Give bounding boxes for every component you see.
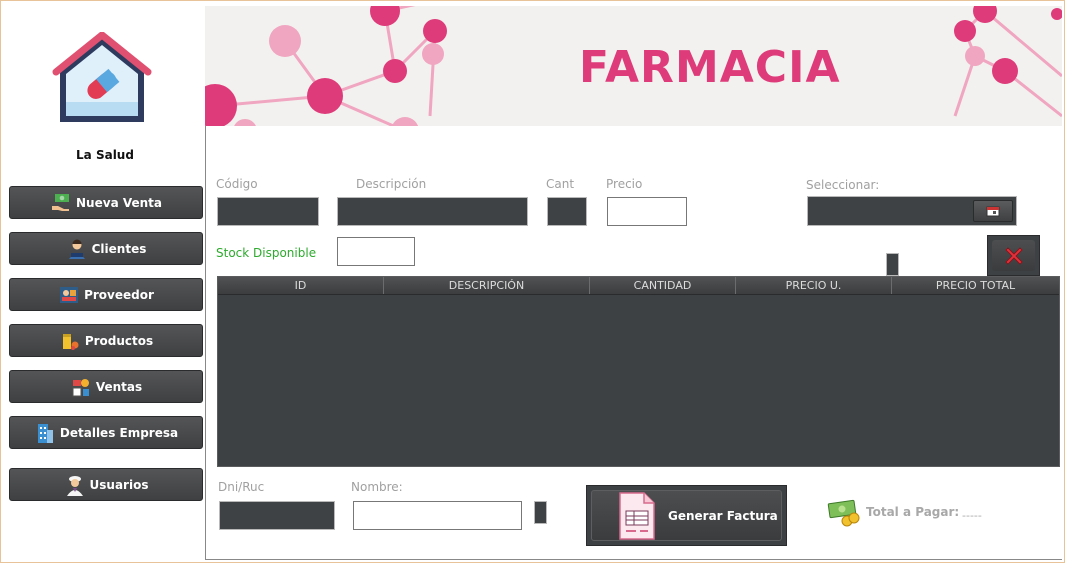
precio-input[interactable] (607, 197, 687, 226)
app-title: FARMACIA (579, 42, 841, 93)
building-icon (37, 423, 53, 443)
calendar-icon (986, 206, 1000, 217)
nav-productos-label: Productos (84, 333, 154, 348)
seleccionar-label: Seleccionar: (806, 178, 880, 192)
nav-proveedor-button[interactable]: Proveedor (9, 278, 203, 311)
seleccionar-date-picker[interactable] (807, 196, 1017, 226)
stock-disponible-label: Stock Disponible (216, 246, 317, 260)
sales-icon (72, 378, 89, 396)
invoice-icon (619, 491, 655, 540)
table-header: ID DESCRIPCIÓN CANTIDAD PRECIO U. PRECIO… (218, 277, 1059, 295)
cant-label: Cant (546, 177, 575, 191)
precio-label: Precio (606, 177, 643, 191)
nav-ventas-label: Ventas (95, 379, 143, 394)
descripcion-label: Descripción (356, 177, 427, 191)
delete-item-button[interactable] (987, 235, 1040, 276)
hidden-id-field[interactable] (886, 253, 899, 276)
nav-proveedor-label: Proveedor (84, 287, 154, 302)
money-hand-icon (52, 193, 70, 211)
dni-ruc-label: Dni/Ruc (218, 480, 265, 494)
client-icon (68, 239, 85, 259)
total-a-pagar-label: Total a Pagar: (866, 505, 960, 519)
user-icon (66, 475, 83, 496)
column-header-cantidad[interactable]: CANTIDAD (590, 277, 736, 294)
column-header-precio-total[interactable]: PRECIO TOTAL (892, 277, 1059, 294)
nav-nueva-venta-button[interactable]: Nueva Venta (9, 186, 203, 219)
header-banner: FARMACIA (205, 6, 1062, 126)
hidden-client-field[interactable] (534, 501, 547, 524)
generar-factura-label: Generar Factura (668, 508, 778, 523)
supplier-icon (60, 286, 79, 303)
column-header-id[interactable]: ID (218, 277, 384, 294)
cant-input[interactable] (547, 197, 587, 226)
nav-clientes-button[interactable]: Clientes (9, 232, 203, 265)
close-icon (1004, 246, 1023, 265)
descripcion-input[interactable] (337, 197, 528, 226)
pharmacy-house-logo (52, 32, 152, 122)
sale-items-table[interactable]: ID DESCRIPCIÓN CANTIDAD PRECIO U. PRECIO… (217, 276, 1060, 467)
column-header-precio-u[interactable]: PRECIO U. (736, 277, 892, 294)
total-a-pagar-value: ----- (962, 509, 982, 522)
seleccionar-calendar-button[interactable] (973, 200, 1013, 222)
main-panel: Código Descripción Cant Precio Seleccion… (205, 126, 1062, 560)
stock-disponible-input[interactable] (337, 237, 415, 266)
brand-name: La Salud (76, 148, 134, 162)
nav-ventas-button[interactable]: Ventas (9, 370, 203, 403)
nombre-input[interactable] (353, 501, 522, 530)
nav-detalles-empresa-button[interactable]: Detalles Empresa (9, 416, 203, 449)
sidebar: La Salud Nueva Venta Clientes Proveedor … (2, 2, 205, 562)
column-header-descripcion[interactable]: DESCRIPCIÓN (384, 277, 590, 294)
cash-icon (827, 499, 860, 527)
products-icon (62, 333, 79, 350)
nav-detalles-empresa-label: Detalles Empresa (59, 425, 179, 440)
dni-ruc-input[interactable] (219, 501, 335, 530)
nombre-label: Nombre: (351, 480, 403, 494)
nav-usuarios-button[interactable]: Usuarios (9, 468, 203, 501)
codigo-label: Código (216, 177, 258, 191)
nav-usuarios-label: Usuarios (89, 477, 149, 492)
codigo-input[interactable] (217, 197, 319, 226)
app-window: La Salud Nueva Venta Clientes Proveedor … (0, 0, 1065, 563)
nav-nueva-venta-label: Nueva Venta (76, 195, 162, 210)
nav-clientes-label: Clientes (91, 241, 147, 256)
generar-factura-button[interactable]: Generar Factura (586, 485, 787, 546)
nav-productos-button[interactable]: Productos (9, 324, 203, 357)
